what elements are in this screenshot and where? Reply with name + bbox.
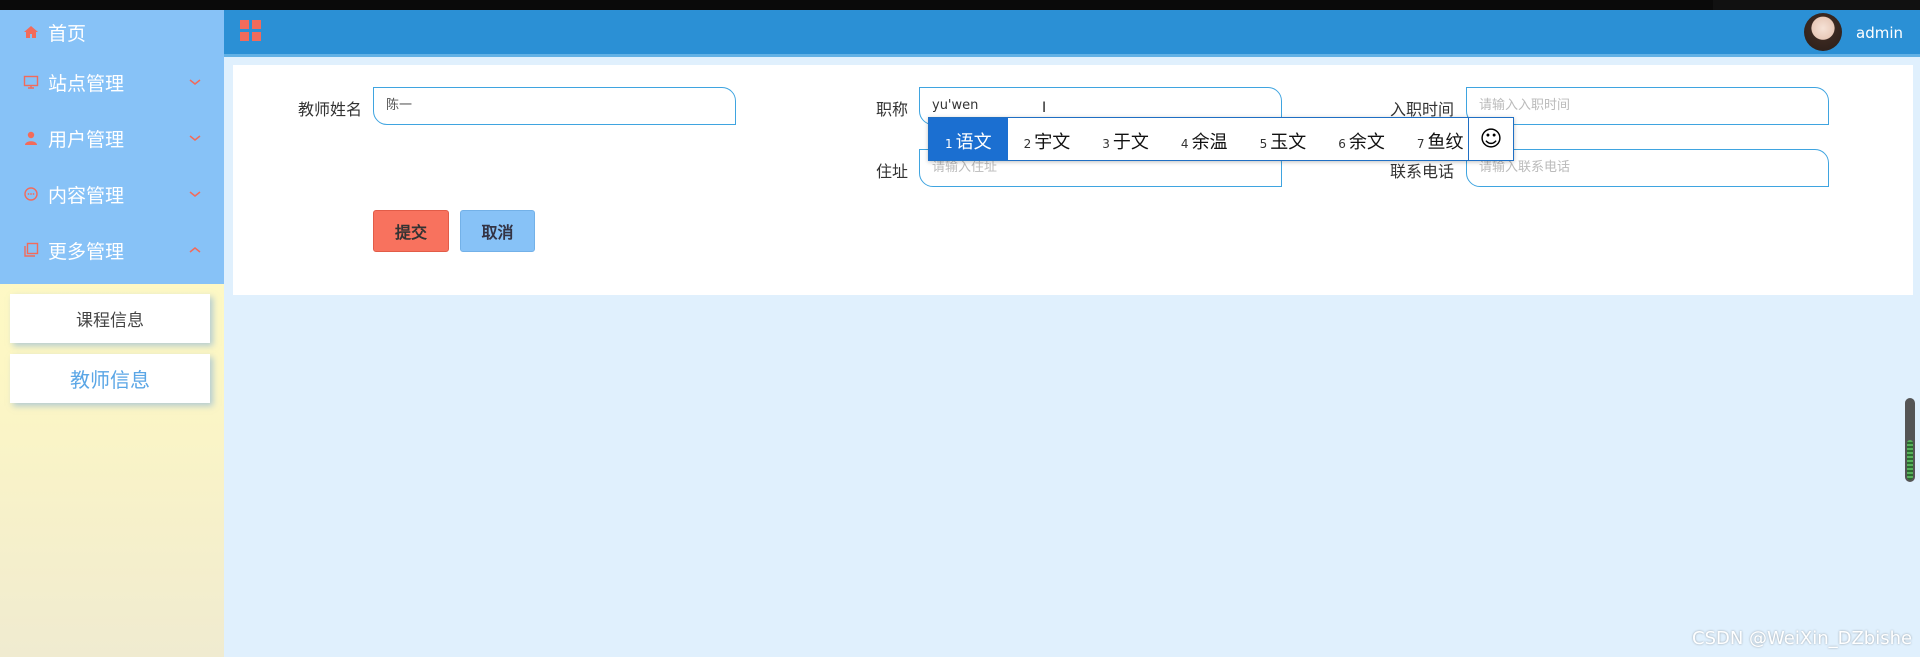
window-top-strip: [0, 0, 1920, 10]
ime-candidate[interactable]: 1 语文: [929, 118, 1008, 160]
sidebar-submenu: 课程信息 教师信息: [0, 284, 224, 403]
ime-candidate[interactable]: 2 宇文: [1008, 118, 1087, 160]
hire-date-input[interactable]: 请输入入职时间: [1466, 87, 1829, 125]
sidebar-item-label: 内容管理: [48, 184, 125, 207]
monitor-icon: [22, 73, 40, 91]
sidebar-item-more[interactable]: 更多管理: [0, 222, 224, 278]
ime-candidate[interactable]: 3 于文: [1086, 118, 1165, 160]
sidebar: 首页 站点管理 用户管理 内容管理 更多管理 课程信息 教师信息: [0, 10, 224, 657]
teacher-name-label: 教师姓名: [297, 100, 362, 119]
chevron-down-icon: [189, 135, 201, 141]
watermark: CSDN @WeiXin_DZbishe: [1692, 628, 1913, 649]
text-cursor-icon: I: [1042, 100, 1047, 116]
submenu-item-course-info[interactable]: 课程信息: [10, 294, 210, 343]
submit-button[interactable]: 提交: [373, 210, 449, 252]
ime-candidate[interactable]: 4 余温: [1165, 118, 1244, 160]
chevron-down-icon: [189, 191, 201, 197]
sidebar-item-label: 站点管理: [48, 72, 125, 95]
avatar[interactable]: [1804, 13, 1842, 51]
sidebar-item-home[interactable]: 首页: [0, 10, 224, 54]
scrollbar-thumb[interactable]: [1907, 440, 1913, 480]
ime-candidate[interactable]: 6 余文: [1322, 118, 1401, 160]
copy-icon: [22, 241, 40, 259]
title-label: 职称: [875, 100, 908, 119]
sidebar-item-label: 用户管理: [48, 128, 125, 151]
sidebar-item-content[interactable]: 内容管理: [0, 166, 224, 222]
submenu-item-teacher-info[interactable]: 教师信息: [10, 354, 210, 403]
address-label: 住址: [875, 162, 908, 181]
sidebar-item-users[interactable]: 用户管理: [0, 110, 224, 166]
ime-candidate[interactable]: 5 玉文: [1244, 118, 1323, 160]
sidebar-menu: 首页 站点管理 用户管理 内容管理 更多管理: [0, 10, 224, 284]
sidebar-item-label: 更多管理: [48, 240, 125, 263]
phone-input[interactable]: 请输入联系电话: [1466, 149, 1829, 187]
ime-candidate-bar: 1 语文 2 宇文 3 于文 4 余温 5 玉文 6 余文 7 鱼纹 ☺: [928, 117, 1514, 161]
window-top-strip-right: [1713, 0, 1920, 10]
chevron-up-icon: [189, 247, 201, 253]
sidebar-item-site[interactable]: 站点管理: [0, 54, 224, 110]
chat-icon: [22, 185, 40, 203]
emoji-icon[interactable]: ☺: [1468, 118, 1513, 160]
grid-menu-icon[interactable]: [240, 20, 262, 42]
phone-label: 联系电话: [1389, 162, 1454, 181]
cancel-button[interactable]: 取消: [460, 210, 535, 252]
username[interactable]: admin: [1856, 24, 1903, 42]
sidebar-item-label: 首页: [48, 22, 87, 45]
chevron-down-icon: [189, 79, 201, 85]
home-icon: [22, 23, 40, 41]
top-header: admin: [224, 10, 1920, 57]
teacher-name-input[interactable]: 陈一: [373, 87, 736, 125]
user-icon: [22, 129, 40, 147]
